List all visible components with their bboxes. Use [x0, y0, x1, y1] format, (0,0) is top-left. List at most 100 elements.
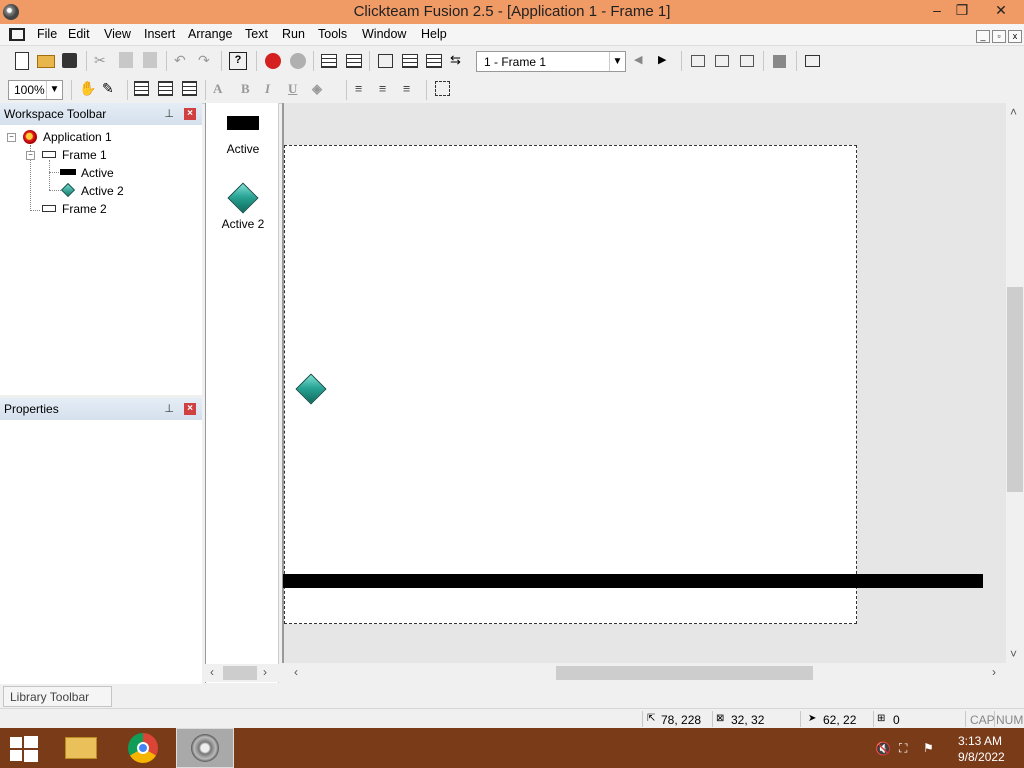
mdi-minimize-button[interactable]: _: [976, 30, 990, 43]
frame-area[interactable]: [284, 145, 857, 624]
new-icon[interactable]: [15, 52, 29, 70]
file-explorer-icon[interactable]: [54, 728, 112, 768]
frame-selector[interactable]: 1 - Frame 1 ▼: [476, 51, 626, 72]
snap-icon[interactable]: ✎: [102, 80, 120, 98]
frame-editor-icon[interactable]: [346, 54, 362, 68]
tree-item-active[interactable]: Active: [81, 166, 114, 180]
palette-scrollbar[interactable]: ‹ ›: [205, 664, 279, 682]
action-center-icon[interactable]: ⚑: [923, 741, 934, 755]
run-app-icon[interactable]: [691, 55, 705, 67]
scroll-left-icon[interactable]: ‹: [294, 665, 298, 679]
menu-file[interactable]: File: [37, 27, 57, 41]
underline-icon[interactable]: U: [288, 81, 297, 97]
undo-icon[interactable]: ↶: [174, 52, 192, 70]
tree-expander-frame1[interactable]: −: [26, 151, 35, 160]
event-list-icon[interactable]: [402, 54, 418, 68]
horizontal-scroll-thumb[interactable]: [556, 666, 813, 680]
clock-time[interactable]: 3:13 AM: [958, 734, 1002, 748]
paste-icon[interactable]: [143, 52, 157, 68]
fill-color-icon[interactable]: ◈: [312, 81, 322, 97]
volume-icon[interactable]: 🔇: [875, 741, 891, 757]
save-icon[interactable]: [62, 53, 77, 68]
status-size: 32, 32: [731, 713, 765, 727]
open-icon[interactable]: [37, 55, 55, 68]
forward-icon[interactable]: [290, 53, 306, 69]
menu-tools[interactable]: Tools: [318, 27, 347, 41]
menu-run[interactable]: Run: [282, 27, 305, 41]
object-palette: Active Active 2: [205, 103, 279, 683]
fit-frame-icon[interactable]: [435, 81, 450, 96]
grid-setup-icon[interactable]: [134, 81, 149, 96]
run-frame-icon[interactable]: [715, 55, 729, 67]
debug-icon[interactable]: [805, 55, 820, 67]
network-icon[interactable]: ⛶: [899, 741, 907, 756]
prev-frame-icon[interactable]: ◀: [634, 53, 652, 71]
mdi-restore-button[interactable]: ▫: [992, 30, 1006, 43]
copy-icon[interactable]: [119, 52, 133, 68]
active-instance[interactable]: [283, 574, 983, 588]
menu-text[interactable]: Text: [245, 27, 268, 41]
tree-item-frame2[interactable]: Frame 2: [62, 202, 107, 216]
next-frame-icon[interactable]: ▶: [658, 53, 676, 71]
restore-button[interactable]: ❐: [947, 0, 977, 22]
clock-date[interactable]: 9/8/2022: [958, 750, 1005, 764]
align-left-icon[interactable]: ≡: [355, 81, 362, 97]
scroll-right-icon[interactable]: ›: [263, 665, 267, 679]
library-toolbar-tab[interactable]: Library Toolbar: [3, 686, 112, 707]
event-editor-icon[interactable]: [378, 54, 393, 68]
menu-help[interactable]: Help: [421, 27, 447, 41]
palette-scroll-thumb[interactable]: [223, 666, 257, 680]
stop-icon[interactable]: [773, 55, 786, 68]
storyboard-icon[interactable]: [321, 54, 337, 68]
chevron-down-icon[interactable]: ▼: [46, 81, 62, 99]
palette-label-active: Active: [226, 142, 260, 156]
align-center-icon[interactable]: ≡: [379, 81, 386, 97]
menu-arrange[interactable]: Arrange: [188, 27, 232, 41]
show-grid-icon[interactable]: [158, 81, 173, 96]
scroll-right-icon[interactable]: ›: [992, 665, 996, 679]
font-icon[interactable]: A: [213, 81, 222, 97]
pin-icon[interactable]: ⊥: [164, 107, 174, 120]
scroll-up-icon[interactable]: ˄: [1010, 105, 1017, 119]
object-order-icon[interactable]: ⇆: [450, 52, 468, 70]
scroll-down-icon[interactable]: ˅: [1010, 647, 1017, 661]
back-icon[interactable]: [265, 53, 281, 69]
palette-active-thumb[interactable]: [227, 116, 259, 130]
snap-grid-icon[interactable]: [182, 81, 197, 96]
tree-item-frame1[interactable]: Frame 1: [62, 148, 107, 162]
horizontal-scrollbar[interactable]: ‹ ›: [290, 664, 1006, 682]
hotspot-icon: ➤: [808, 713, 817, 724]
clickteam-fusion-icon[interactable]: [176, 728, 234, 768]
chrome-icon[interactable]: [114, 728, 172, 768]
close-icon[interactable]: ×: [184, 108, 196, 120]
menu-insert[interactable]: Insert: [144, 27, 175, 41]
vertical-scrollbar[interactable]: ˄ ˅: [1006, 103, 1024, 663]
redo-icon[interactable]: ↷: [198, 52, 216, 70]
data-elements-icon[interactable]: [426, 54, 442, 68]
palette-active2-thumb[interactable]: [227, 182, 259, 214]
menu-edit[interactable]: Edit: [68, 27, 90, 41]
italic-icon[interactable]: I: [265, 81, 270, 97]
tree-expander-app[interactable]: −: [7, 133, 16, 142]
start-button[interactable]: [10, 736, 38, 762]
tree-item-application[interactable]: Application 1: [43, 130, 112, 144]
zoom-select[interactable]: 100% ▼: [8, 80, 63, 100]
chevron-down-icon[interactable]: ▼: [609, 52, 625, 71]
tree-item-active2[interactable]: Active 2: [81, 184, 124, 198]
run-build-icon[interactable]: [740, 55, 754, 67]
cut-icon[interactable]: ✂: [94, 52, 112, 70]
menu-window[interactable]: Window: [362, 27, 406, 41]
pin-icon[interactable]: ⊥: [164, 402, 174, 415]
close-icon[interactable]: ×: [184, 403, 196, 415]
close-button[interactable]: ✕: [986, 0, 1016, 22]
bold-icon[interactable]: B: [241, 81, 250, 97]
hand-icon[interactable]: ✋: [79, 80, 97, 98]
help-icon[interactable]: ?: [229, 52, 247, 70]
menu-view[interactable]: View: [104, 27, 131, 41]
mdi-close-button[interactable]: x: [1008, 30, 1022, 43]
system-menu-icon[interactable]: [9, 28, 25, 41]
scroll-left-icon[interactable]: ‹: [210, 665, 214, 679]
vertical-scroll-thumb[interactable]: [1007, 287, 1023, 492]
size-icon: ⊠: [716, 713, 725, 724]
align-right-icon[interactable]: ≡: [403, 81, 410, 97]
